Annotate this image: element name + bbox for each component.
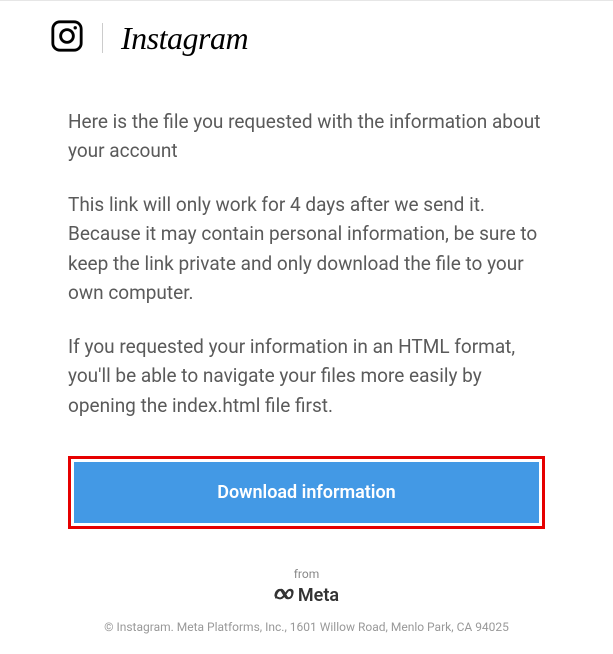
header-divider [102,23,103,53]
from-label: from [20,567,593,581]
format-hint-text: If you requested your information in an … [68,332,545,420]
instagram-icon [50,19,84,57]
download-button-highlight: Download information [68,456,545,529]
content-area: Here is the file you requested with the … [0,67,613,557]
intro-text: Here is the file you requested with the … [68,107,545,166]
instagram-wordmark: Instagram [121,20,248,57]
download-information-button[interactable]: Download information [74,462,539,523]
meta-wordmark: Meta [298,585,339,606]
warning-text: This link will only work for 4 days afte… [68,190,545,308]
footer: from Meta © Instagram. Meta Platforms, I… [0,557,613,654]
meta-brand: Meta [20,585,593,606]
email-container: Instagram Here is the file you requested… [0,0,613,654]
copyright-text: © Instagram. Meta Platforms, Inc., 1601 … [20,620,593,634]
header: Instagram [0,1,613,67]
meta-icon [274,586,294,605]
